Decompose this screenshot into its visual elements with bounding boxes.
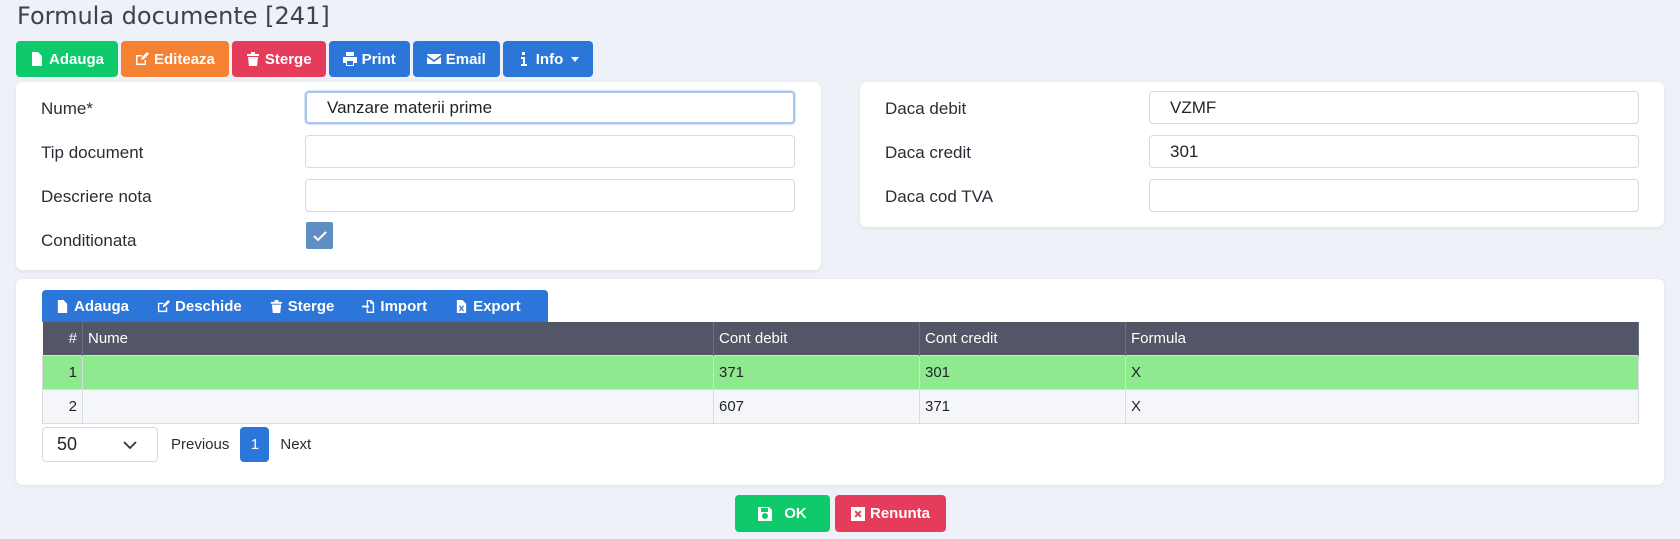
row-number-cell: 2 [42, 388, 83, 424]
column-header-debit[interactable]: Cont debit [713, 322, 920, 355]
credit-cell: 301 [919, 354, 1126, 390]
row-number-cell: 1 [42, 354, 83, 390]
grid-export-button[interactable]: Export [455, 298, 535, 315]
file-icon [32, 52, 42, 66]
debit-label: Daca debit [885, 99, 967, 118]
document-form-card: Nume* Vanzare materii prime Tip document… [16, 82, 821, 270]
main-toolbar: Adauga Editeaza Sterge Print Email Info [16, 41, 594, 77]
envelope-icon [426, 54, 441, 64]
edit-icon [136, 52, 150, 65]
info-dropdown-button[interactable]: Info [502, 41, 594, 77]
grid-delete-button[interactable]: Sterge [270, 298, 349, 315]
debit-input[interactable]: VZMF [1149, 91, 1639, 124]
credit-cell: 371 [919, 388, 1126, 424]
next-page-link[interactable]: Next [280, 436, 311, 453]
chevron-down-icon [123, 440, 137, 449]
conditional-checkbox[interactable] [306, 222, 333, 249]
file-icon [57, 299, 68, 313]
credit-label: Daca credit [885, 143, 971, 162]
edit-icon [157, 299, 171, 312]
doc-type-input[interactable] [305, 135, 795, 168]
grid-import-button[interactable]: Import [362, 298, 441, 315]
email-button[interactable]: Email [412, 41, 500, 77]
info-icon [520, 52, 527, 66]
print-icon [342, 52, 357, 66]
table-row[interactable]: 1 371 301 X [42, 354, 1639, 390]
credit-input[interactable]: 301 [1149, 135, 1639, 168]
previous-page-link[interactable]: Previous [171, 436, 229, 453]
account-form-card: Daca debit VZMF Daca credit 301 Daca cod… [860, 82, 1664, 227]
caret-down-icon [571, 56, 580, 62]
debit-cell: 607 [713, 388, 920, 424]
column-header-name[interactable]: Nume [82, 322, 714, 355]
grid-open-button[interactable]: Deschide [157, 298, 256, 315]
page-1-button[interactable]: 1 [240, 427, 270, 462]
grid-toolbar: Adauga Deschide Sterge Import Export [42, 290, 548, 322]
cancel-button[interactable]: Renunta [835, 495, 946, 532]
conditional-label: Conditionata [41, 231, 137, 250]
formula-cell: X [1125, 354, 1639, 390]
pagination: 50 Previous 1 Next [42, 427, 311, 462]
name-label: Nume* [41, 99, 93, 118]
trash-icon [246, 52, 259, 66]
check-icon [312, 230, 327, 241]
column-header-formula[interactable]: Formula [1125, 322, 1639, 355]
column-header-number[interactable]: # [42, 322, 83, 355]
import-icon [362, 299, 375, 313]
note-label: Descriere nota [41, 187, 152, 206]
name-cell [82, 388, 714, 424]
save-icon [758, 506, 773, 521]
dialog-footer: OK Renunta [735, 495, 946, 532]
excel-file-icon [456, 299, 467, 313]
formula-lines-table: # Nume Cont debit Cont credit Formula 1 … [42, 322, 1639, 424]
note-input[interactable] [305, 179, 795, 212]
table-header-row: # Nume Cont debit Cont credit Formula [42, 322, 1639, 355]
close-square-icon [851, 506, 865, 521]
grid-add-button[interactable]: Adauga [56, 298, 143, 315]
vat-label: Daca cod TVA [885, 187, 994, 206]
name-cell [82, 354, 714, 390]
doc-type-label: Tip document [41, 143, 144, 162]
print-button[interactable]: Print [328, 41, 410, 77]
vat-input[interactable] [1149, 179, 1639, 212]
formula-cell: X [1125, 388, 1639, 424]
name-input[interactable]: Vanzare materii prime [305, 91, 795, 124]
column-header-credit[interactable]: Cont credit [919, 322, 1126, 355]
table-row[interactable]: 2 607 371 X [42, 388, 1639, 424]
edit-button[interactable]: Editeaza [121, 41, 229, 77]
page-size-select[interactable]: 50 [42, 427, 158, 462]
delete-button[interactable]: Sterge [231, 41, 326, 77]
debit-cell: 371 [713, 354, 920, 390]
page-title: Formula documente [241] [17, 2, 330, 30]
ok-button[interactable]: OK [735, 495, 830, 532]
formula-lines-card: Adauga Deschide Sterge Import Export # N… [16, 279, 1664, 485]
trash-icon [270, 299, 282, 313]
add-button[interactable]: Adauga [16, 41, 119, 77]
